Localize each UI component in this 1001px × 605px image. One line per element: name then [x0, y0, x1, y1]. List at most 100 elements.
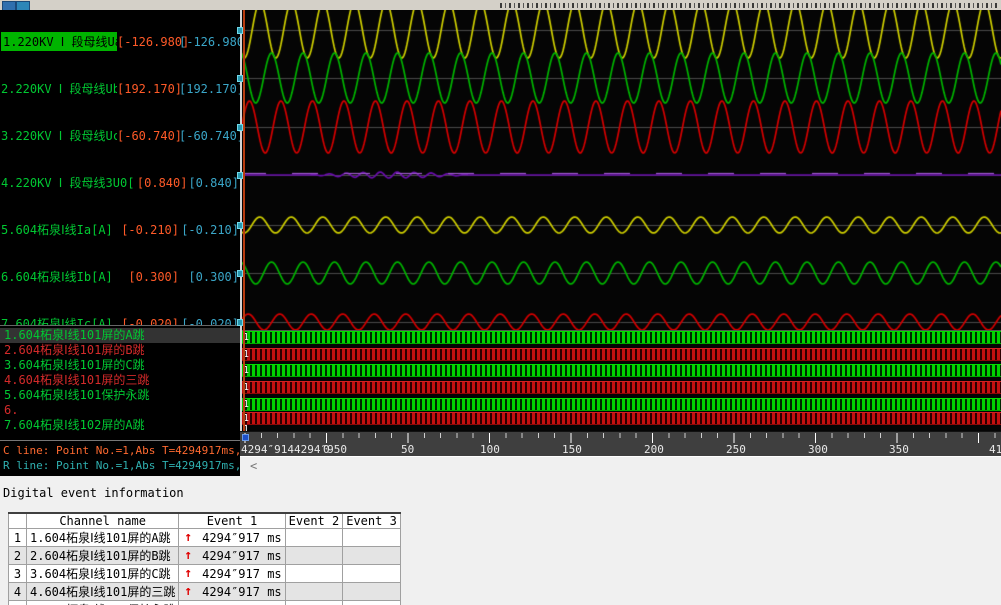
- channel-value-c: [-126.980]: [117, 35, 179, 49]
- digital-trace: 1: [242, 398, 1001, 411]
- digital-channel-row[interactable]: 7.604柘泉Ⅰ线102屏的A跳: [0, 418, 240, 433]
- digital-channel-row[interactable]: 1.604柘泉Ⅰ线101屏的A跳: [0, 328, 240, 343]
- cursor-status-panel: C line: Point No.=1,Abs T=4294917ms, Rel…: [0, 440, 240, 476]
- channel-list-panel: 1.220KV Ⅰ 段母线Ua[kV] [-126.980] [-126.980…: [0, 10, 240, 476]
- analog-channel-row[interactable]: 2.220KV Ⅰ 段母线Ub[kV] [192.170] [192.170]: [0, 65, 240, 112]
- event-time: 4294″917 ms: [202, 567, 281, 581]
- channel-value-r: [-0.210]: [179, 223, 239, 237]
- cursor-handle-icon[interactable]: [242, 434, 249, 441]
- rising-edge-icon: ↑: [184, 530, 192, 545]
- row-number: 1: [9, 529, 27, 547]
- ruler-label: 41: [989, 443, 1001, 456]
- col-header-num: [9, 513, 27, 529]
- digital-trace-area[interactable]: 1 1 1 1 1 1 1: [240, 331, 1001, 431]
- analog-channel-row[interactable]: 1.220KV Ⅰ 段母线Ua[kV] [-126.980] [-126.980…: [0, 18, 240, 65]
- waveform-plot-area[interactable]: [240, 10, 1001, 330]
- row-number: 3: [9, 565, 27, 583]
- col-header-ev1: Event 1: [179, 513, 285, 529]
- channel-zero-marker: [237, 124, 243, 131]
- c-cursor-line[interactable]: [243, 10, 245, 431]
- ruler-label: 50: [401, 443, 414, 456]
- analog-channel-row[interactable]: 5.604柘泉Ⅰ线Ia[A] [-0.210] [-0.210]: [0, 206, 240, 253]
- digital-trace: 1: [242, 381, 1001, 394]
- channel-name: 7.604柘泉Ⅰ线Ic[A]: [1, 315, 117, 325]
- channel-value-r: [192.170]: [179, 82, 239, 96]
- ruler-label: 4294″950: [294, 443, 347, 456]
- digital-trace: 1: [242, 348, 1001, 361]
- channel-value-c: [-60.740]: [117, 129, 179, 143]
- channel-name: 4.220KV Ⅰ 段母线3U0[kV]: [1, 174, 134, 191]
- event-3-cell: [343, 529, 401, 547]
- channel-zero-marker: [237, 270, 243, 277]
- channel-zero-marker: [237, 319, 243, 326]
- channel-name: 3.220KV Ⅰ 段母线Uc[kV]: [1, 127, 117, 144]
- event-channel-name: 3.604柘泉Ⅰ线101屏的C跳: [27, 565, 179, 583]
- event-3-cell: [343, 601, 401, 605]
- analog-channel-row[interactable]: 7.604柘泉Ⅰ线Ic[A] [-0.020] [-0.020]: [0, 300, 240, 325]
- scroll-left-arrow-icon[interactable]: <: [250, 459, 257, 473]
- rising-edge-icon: ↑: [184, 566, 192, 581]
- channel-zero-marker: [237, 172, 243, 179]
- channel-name: 2.220KV Ⅰ 段母线Ub[kV]: [1, 80, 117, 97]
- event-2-cell: [285, 601, 343, 605]
- analog-channel-list: 1.220KV Ⅰ 段母线Ua[kV] [-126.980] [-126.980…: [0, 10, 240, 325]
- rising-edge-icon: ↑: [184, 548, 192, 563]
- col-header-ev2: Event 2: [285, 513, 343, 529]
- analog-channel-row[interactable]: 6.604柘泉Ⅰ线Ib[A] [0.300] [0.300]: [0, 253, 240, 300]
- table-row[interactable]: 5 5.604柘泉Ⅰ线101保护永跳 ↑4294″917 ms: [9, 601, 401, 605]
- ruler-label: 350: [889, 443, 909, 456]
- channel-name: 6.604柘泉Ⅰ线Ib[A]: [1, 268, 117, 285]
- row-number: 5: [9, 601, 27, 605]
- digital-event-table: Channel name Event 1 Event 2 Event 3 1 1…: [8, 512, 401, 605]
- event-info-section: Digital event information Channel name E…: [0, 476, 1001, 605]
- channel-value-c: [0.300]: [117, 270, 179, 284]
- ruler-label: 4294″914: [241, 443, 294, 456]
- event-1-cell: ↑4294″917 ms: [179, 601, 285, 605]
- channel-zero-marker: [237, 75, 243, 82]
- event-time: 4294″917 ms: [202, 549, 281, 563]
- table-row[interactable]: 2 2.604柘泉Ⅰ线101屏的B跳 ↑ 4294″917 ms: [9, 547, 401, 565]
- channel-value-c: [-0.020]: [117, 317, 179, 326]
- c-line-status: C line: Point No.=1,Abs T=4294917ms, Rel…: [3, 443, 240, 458]
- waveform-analyzer-window: 1.220KV Ⅰ 段母线Ua[kV] [-126.980] [-126.980…: [0, 0, 1001, 605]
- ruler-major-ticks: [240, 433, 1001, 443]
- channel-value-r: [-60.740]: [179, 129, 239, 143]
- table-row[interactable]: 1 1.604柘泉Ⅰ线101屏的A跳 ↑4294″917 ms: [9, 529, 401, 547]
- channel-value-c: [0.840]: [134, 176, 187, 190]
- digital-trace: 1: [242, 364, 1001, 377]
- event-channel-name: 1.604柘泉Ⅰ线101屏的A跳: [27, 529, 179, 547]
- digital-channel-row[interactable]: 2.604柘泉Ⅰ线101屏的B跳: [0, 343, 240, 358]
- digital-channel-row[interactable]: 4.604柘泉Ⅰ线101屏的三跳: [0, 373, 240, 388]
- channel-zero-marker: [237, 27, 243, 34]
- time-ruler[interactable]: 4294″914 4294″950 0 50 100 150 200 250 3…: [240, 431, 1001, 456]
- channel-value-c: [192.170]: [117, 82, 179, 96]
- channel-value-r: [-126.980]: [179, 35, 239, 49]
- ruler-label: 100: [480, 443, 500, 456]
- digital-channel-row[interactable]: 6.: [0, 403, 240, 418]
- table-row[interactable]: 4 4.604柘泉Ⅰ线101屏的三跳 ↑4294″917 ms: [9, 583, 401, 601]
- row-number: 2: [9, 547, 27, 565]
- horizontal-scrollbar[interactable]: <: [240, 456, 1001, 476]
- channel-value-r: [-0.020]: [179, 317, 239, 326]
- digital-trace: 1: [242, 331, 1001, 344]
- event-2-cell: [285, 529, 343, 547]
- digital-channel-row[interactable]: 5.604柘泉Ⅰ线101保护永跳: [0, 388, 240, 403]
- table-header-row: Channel name Event 1 Event 2 Event 3: [9, 513, 401, 529]
- analog-channel-row[interactable]: 4.220KV Ⅰ 段母线3U0[kV] [0.840] [0.840]: [0, 159, 240, 206]
- analog-channel-row[interactable]: 3.220KV Ⅰ 段母线Uc[kV] [-60.740] [-60.740]: [0, 112, 240, 159]
- channel-zero-marker: [237, 222, 243, 229]
- ruler-label: 250: [726, 443, 746, 456]
- rising-edge-icon: ↑: [184, 584, 192, 599]
- ruler-label: 0: [323, 443, 330, 456]
- event-2-cell: [285, 565, 343, 583]
- row-number: 4: [9, 583, 27, 601]
- digital-trace: 1: [242, 424, 1001, 431]
- event-2-cell: [285, 547, 343, 565]
- event-channel-name: 2.604柘泉Ⅰ线101屏的B跳: [27, 547, 179, 565]
- table-row[interactable]: 3 3.604柘泉Ⅰ线101屏的C跳 ↑ 4294″917 ms: [9, 565, 401, 583]
- digital-channel-row[interactable]: 3.604柘泉Ⅰ线101屏的C跳: [0, 358, 240, 373]
- event-section-title: Digital event information: [3, 486, 184, 500]
- ruler-label: 200: [644, 443, 664, 456]
- clipped-menu-text: [500, 3, 998, 8]
- ruler-label: 300: [808, 443, 828, 456]
